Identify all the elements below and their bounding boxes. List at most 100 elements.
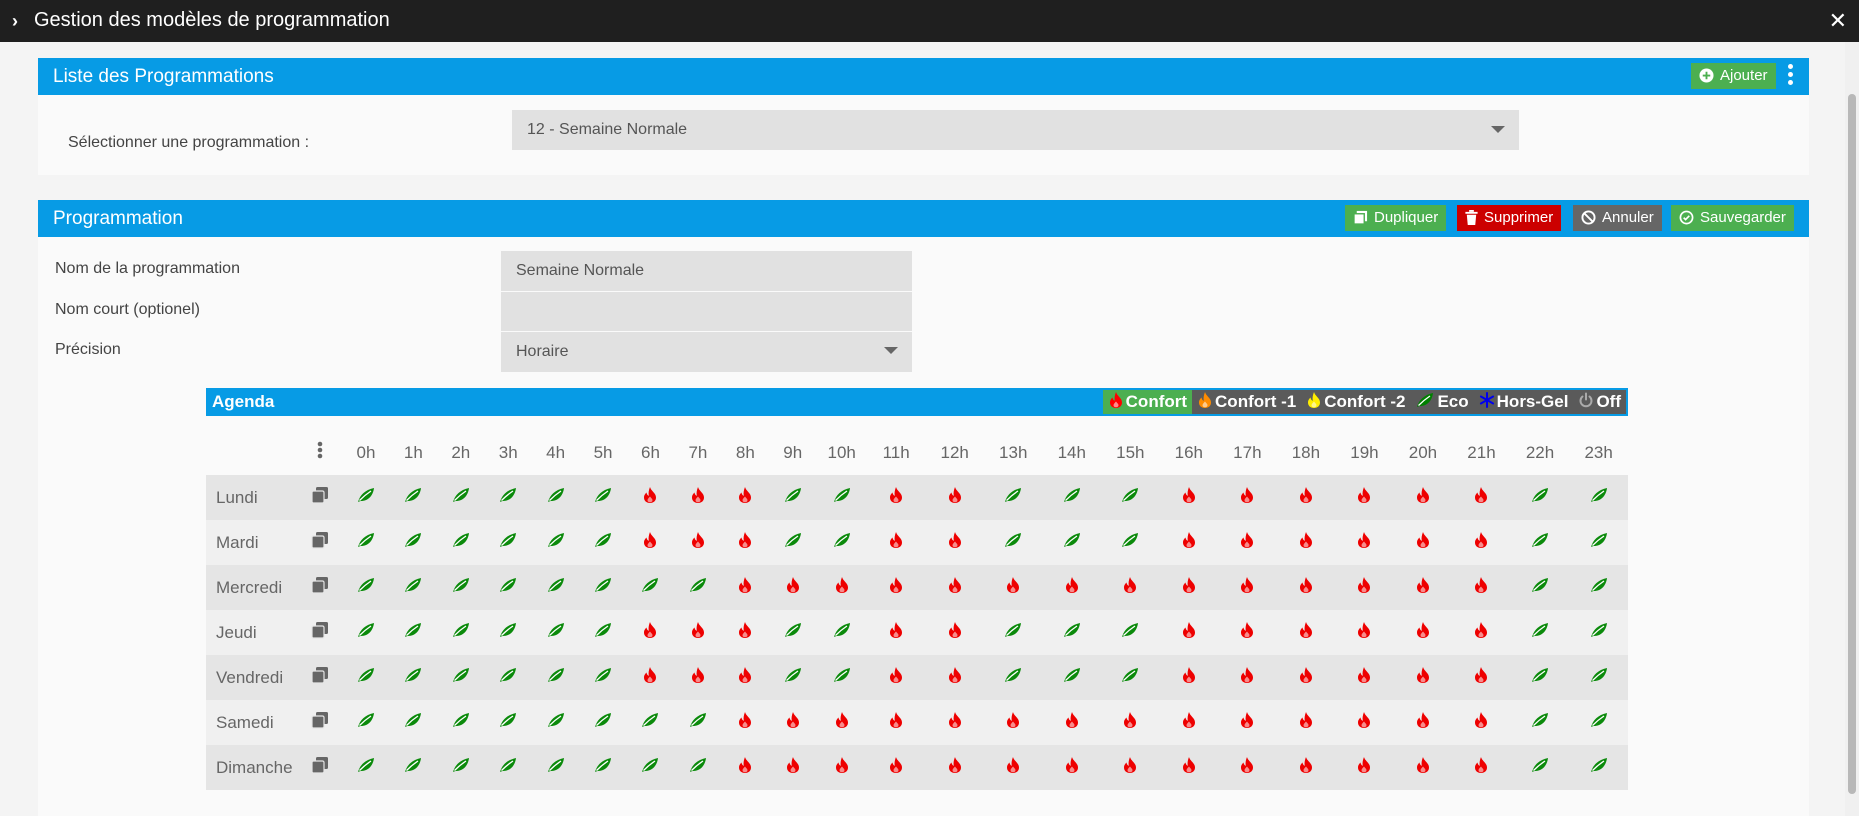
leaf-icon[interactable]	[389, 745, 438, 790]
leaf-icon[interactable]	[342, 565, 390, 610]
flame-icon[interactable]	[925, 565, 984, 610]
flame-icon[interactable]	[1452, 520, 1511, 565]
flame-icon[interactable]	[866, 475, 926, 520]
leaf-icon[interactable]	[342, 520, 390, 565]
flame-icon[interactable]	[1218, 745, 1277, 790]
flame-icon[interactable]	[816, 565, 867, 610]
flame-icon[interactable]	[721, 565, 770, 610]
flame-icon[interactable]	[1393, 655, 1453, 700]
flame-icon[interactable]	[1335, 475, 1394, 520]
flame-icon[interactable]	[925, 700, 984, 745]
flame-icon[interactable]	[1218, 475, 1277, 520]
leaf-icon[interactable]	[1569, 655, 1628, 700]
leaf-icon[interactable]	[816, 610, 867, 655]
flame-icon[interactable]	[983, 700, 1043, 745]
leaf-icon[interactable]	[437, 565, 485, 610]
flame-icon[interactable]	[1276, 655, 1336, 700]
leaf-icon[interactable]	[437, 610, 485, 655]
leaf-icon[interactable]	[1510, 700, 1570, 745]
leaf-icon[interactable]	[1042, 655, 1102, 700]
flame-icon[interactable]	[1393, 745, 1453, 790]
scrollbar[interactable]	[1845, 42, 1859, 816]
flame-icon[interactable]	[866, 610, 926, 655]
leaf-icon[interactable]	[1510, 610, 1570, 655]
legend-item[interactable]: Eco	[1410, 390, 1474, 414]
leaf-icon[interactable]	[1510, 565, 1570, 610]
flame-icon[interactable]	[816, 700, 867, 745]
leaf-icon[interactable]	[579, 655, 627, 700]
leaf-icon[interactable]	[674, 700, 722, 745]
flame-icon[interactable]	[1101, 700, 1160, 745]
flame-icon[interactable]	[1276, 475, 1336, 520]
leaf-icon[interactable]	[579, 610, 627, 655]
flame-icon[interactable]	[769, 745, 817, 790]
leaf-icon[interactable]	[983, 610, 1043, 655]
legend-item[interactable]: Hors-Gel	[1473, 390, 1574, 414]
flame-icon[interactable]	[1042, 700, 1102, 745]
flame-icon[interactable]	[1159, 520, 1219, 565]
flame-icon[interactable]	[1276, 610, 1336, 655]
flame-icon[interactable]	[1335, 610, 1394, 655]
flame-icon[interactable]	[1159, 565, 1219, 610]
flame-icon[interactable]	[1393, 475, 1453, 520]
grid-menu-kebab-icon[interactable]	[297, 430, 342, 475]
flame-icon[interactable]	[983, 565, 1043, 610]
flame-icon[interactable]	[1218, 610, 1277, 655]
cancel-button[interactable]: Annuler	[1573, 205, 1662, 231]
flame-icon[interactable]	[925, 655, 984, 700]
leaf-icon[interactable]	[1569, 475, 1628, 520]
flame-icon[interactable]	[925, 475, 984, 520]
leaf-icon[interactable]	[531, 610, 580, 655]
flame-icon[interactable]	[721, 475, 770, 520]
copy-day-icon[interactable]	[296, 700, 343, 745]
flame-icon[interactable]	[626, 520, 675, 565]
flame-icon[interactable]	[1276, 565, 1336, 610]
leaf-icon[interactable]	[816, 520, 867, 565]
flame-icon[interactable]	[983, 745, 1043, 790]
flame-icon[interactable]	[866, 565, 926, 610]
leaf-icon[interactable]	[484, 745, 532, 790]
leaf-icon[interactable]	[437, 700, 485, 745]
flame-icon[interactable]	[1335, 745, 1394, 790]
leaf-icon[interactable]	[484, 565, 532, 610]
leaf-icon[interactable]	[769, 475, 817, 520]
flame-icon[interactable]	[816, 745, 867, 790]
leaf-icon[interactable]	[342, 610, 390, 655]
leaf-icon[interactable]	[1101, 520, 1160, 565]
flame-icon[interactable]	[1393, 565, 1453, 610]
flame-icon[interactable]	[1335, 655, 1394, 700]
leaf-icon[interactable]	[484, 655, 532, 700]
flame-icon[interactable]	[1042, 745, 1102, 790]
leaf-icon[interactable]	[769, 520, 817, 565]
leaf-icon[interactable]	[1569, 520, 1628, 565]
leaf-icon[interactable]	[579, 700, 627, 745]
flame-icon[interactable]	[1452, 700, 1511, 745]
leaf-icon[interactable]	[579, 565, 627, 610]
flame-icon[interactable]	[1335, 520, 1394, 565]
leaf-icon[interactable]	[437, 475, 485, 520]
flame-icon[interactable]	[1218, 700, 1277, 745]
leaf-icon[interactable]	[674, 565, 722, 610]
flame-icon[interactable]	[721, 700, 770, 745]
leaf-icon[interactable]	[1510, 655, 1570, 700]
legend-item[interactable]: Confort	[1102, 390, 1193, 414]
leaf-icon[interactable]	[983, 655, 1043, 700]
leaf-icon[interactable]	[983, 520, 1043, 565]
flame-icon[interactable]	[1159, 475, 1219, 520]
leaf-icon[interactable]	[626, 565, 675, 610]
flame-icon[interactable]	[721, 655, 770, 700]
flame-icon[interactable]	[925, 520, 984, 565]
flame-icon[interactable]	[626, 475, 675, 520]
leaf-icon[interactable]	[531, 745, 580, 790]
leaf-icon[interactable]	[531, 565, 580, 610]
leaf-icon[interactable]	[1510, 475, 1570, 520]
flame-icon[interactable]	[626, 655, 675, 700]
leaf-icon[interactable]	[437, 655, 485, 700]
leaf-icon[interactable]	[389, 700, 438, 745]
program-name-input[interactable]: Semaine Normale	[501, 251, 912, 291]
leaf-icon[interactable]	[342, 700, 390, 745]
flame-icon[interactable]	[925, 745, 984, 790]
leaf-icon[interactable]	[342, 745, 390, 790]
leaf-icon[interactable]	[437, 520, 485, 565]
add-button[interactable]: Ajouter	[1691, 63, 1776, 89]
